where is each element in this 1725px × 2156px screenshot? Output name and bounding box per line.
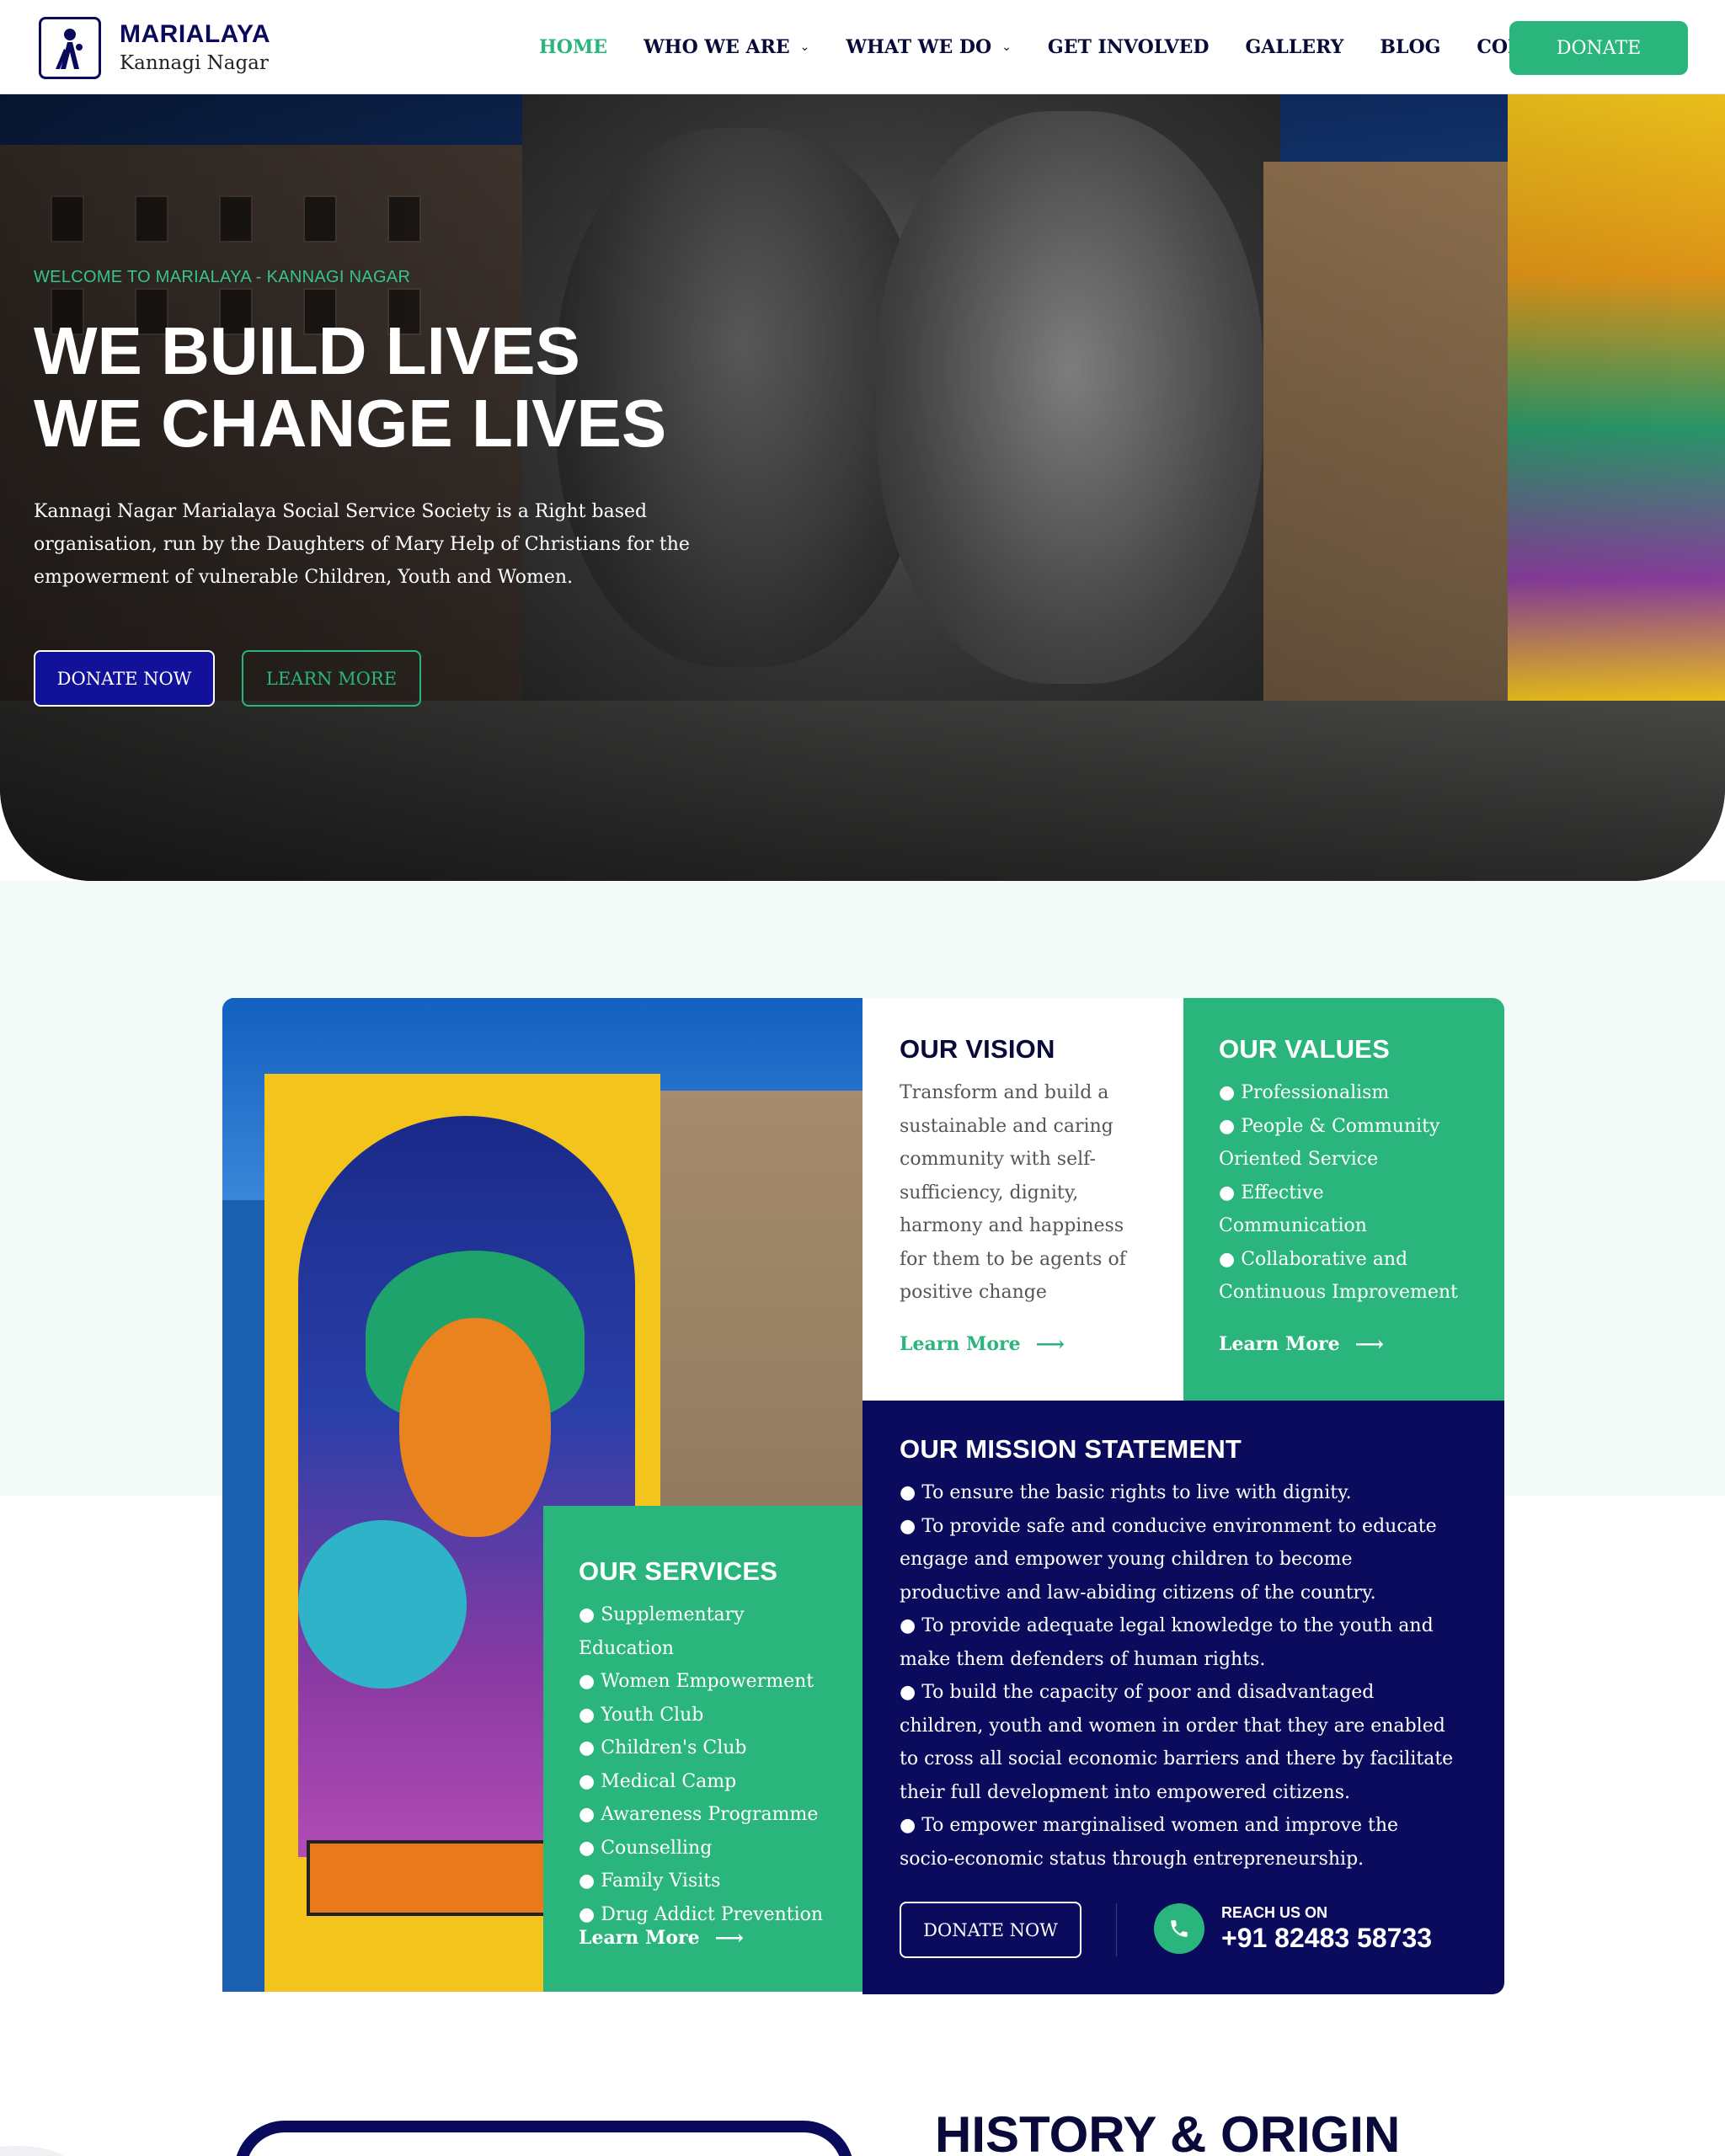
nav-who-we-are[interactable]: WHO WE ARE ⌄ — [644, 36, 809, 58]
brand-name[interactable]: MARIALAYA — [120, 20, 270, 49]
hero-description: Kannagi Nagar Marialaya Social Service S… — [34, 501, 690, 588]
services-title: OUR SERVICES — [579, 1556, 778, 1586]
nav-what-we-do[interactable]: WHAT WE DO ⌄ — [846, 36, 1012, 58]
vision-title: OUR VISION — [900, 1034, 1055, 1064]
vision-text: Transform and build a sustainable and ca… — [900, 1082, 1126, 1303]
nav-get-involved[interactable]: GET INVOLVED — [1048, 36, 1210, 58]
main-nav: HOME WHO WE ARE ⌄ WHAT WE DO ⌄ GET INVOLVE… — [539, 0, 1616, 94]
services-list: ● Supplementary Education ● Women Empowe… — [579, 1598, 837, 1931]
phone-glyph — [1171, 1920, 1188, 1937]
nav-what-we-do-label: WHAT WE DO — [846, 36, 992, 58]
history-title: HISTORY & ORIGIN — [935, 2106, 1401, 2156]
nav-who-we-are-label: WHO WE ARE — [644, 36, 790, 58]
hero-title-line2: WE CHANGE LIVES — [34, 386, 667, 461]
logo-graphic — [56, 29, 83, 69]
values-learn-more-link[interactable]: Learn More ⟶ — [1219, 1331, 1384, 1356]
hero-overlay — [0, 94, 1725, 881]
hero-learn-more-button[interactable]: LEARN MORE — [242, 650, 421, 707]
donate-button[interactable]: DONATE — [1509, 21, 1688, 75]
hero-section: WELCOME TO MARIALAYA - KANNAGI NAGAR WE … — [0, 94, 1725, 881]
list-item: ● To ensure the basic rights to live wit… — [900, 1482, 1352, 1503]
vision-learn-more-link[interactable]: Learn More ⟶ — [900, 1331, 1065, 1356]
chevron-down-icon: ⌄ — [799, 40, 810, 54]
site-header: MARIALAYA Kannagi Nagar HOME WHO WE ARE ⌄… — [0, 0, 1725, 94]
nav-gallery-label: GALLERY — [1245, 36, 1344, 58]
hero-eyebrow: WELCOME TO MARIALAYA - KANNAGI NAGAR — [34, 268, 411, 286]
mission-title: OUR MISSION STATEMENT — [900, 1434, 1242, 1464]
values-card: OUR VALUES ● Professionalism ● People & … — [1183, 998, 1504, 1401]
nav-blog-label: BLOG — [1380, 36, 1441, 58]
mural-image-basket — [298, 1520, 467, 1689]
phone-number-link[interactable]: +91 82483 58733 — [1221, 1923, 1432, 1954]
arrow-right-icon: ⟶ — [714, 1925, 744, 1950]
services-learn-more-label: Learn More — [579, 1926, 700, 1949]
list-item: ● Family Visits — [579, 1870, 721, 1892]
marialaya-logo-icon[interactable] — [39, 17, 101, 79]
mural-image-face — [399, 1318, 551, 1537]
hero-donate-now-button[interactable]: DONATE NOW — [34, 650, 215, 707]
list-item: ● Supplementary Education — [579, 1604, 745, 1659]
list-item: ● Awareness Programme — [579, 1804, 819, 1825]
hero-title: WE BUILD LIVES WE CHANGE LIVES — [34, 315, 792, 460]
arrow-right-icon: ⟶ — [1035, 1331, 1065, 1356]
phone-icon[interactable] — [1154, 1903, 1204, 1954]
vision-learn-more-label: Learn More — [900, 1332, 1021, 1355]
brand-subtitle: Kannagi Nagar — [120, 52, 269, 74]
list-item: ● Counselling — [579, 1837, 713, 1859]
nav-blog[interactable]: BLOG — [1380, 36, 1440, 58]
list-item: ● To provide adequate legal knowledge to… — [900, 1615, 1434, 1670]
mission-card: OUR MISSION STATEMENT ● To ensure the ba… — [862, 1401, 1504, 1994]
history-image-frame — [234, 2121, 854, 2156]
list-item: ● Medical Camp — [579, 1770, 737, 1792]
mission-list: ● To ensure the basic rights to live wit… — [900, 1476, 1457, 1876]
vision-card: OUR VISION Transform and build a sustain… — [862, 998, 1183, 1401]
list-item: ● Women Empowerment — [579, 1671, 814, 1692]
values-list: ● Professionalism ● People & Community O… — [1219, 1076, 1471, 1310]
nav-gallery[interactable]: GALLERY — [1246, 36, 1344, 58]
list-item: ● Children's Club — [579, 1737, 747, 1758]
chevron-down-icon: ⌄ — [1001, 40, 1012, 54]
decorative-shape — [0, 2146, 67, 2156]
reach-us-label: REACH US ON — [1221, 1904, 1328, 1921]
services-learn-more-link[interactable]: Learn More ⟶ — [579, 1925, 744, 1950]
hero-title-line1: WE BUILD LIVES — [34, 313, 580, 388]
services-card: OUR SERVICES ● Supplementary Education ●… — [543, 1506, 862, 1992]
list-item: ● To build the capacity of poor and disa… — [900, 1682, 1454, 1803]
list-item: ● Professionalism — [1219, 1082, 1390, 1103]
divider — [1116, 1903, 1117, 1956]
list-item: ● People & Community Oriented Service — [1219, 1115, 1440, 1171]
list-item: ● Youth Club — [579, 1704, 704, 1726]
arrow-right-icon: ⟶ — [1354, 1331, 1384, 1356]
list-item: ● To provide safe and conducive environm… — [900, 1515, 1437, 1604]
nav-get-involved-label: GET INVOLVED — [1047, 36, 1210, 58]
nav-home-label: HOME — [539, 36, 608, 58]
list-item: ● To empower marginalised women and impr… — [900, 1815, 1399, 1870]
list-item: ● Effective Communication — [1219, 1182, 1367, 1237]
values-learn-more-label: Learn More — [1219, 1332, 1340, 1355]
nav-home[interactable]: HOME — [539, 36, 607, 58]
list-item: ● Collaborative and Continuous Improveme… — [1219, 1248, 1458, 1304]
values-title: OUR VALUES — [1219, 1034, 1390, 1064]
mission-donate-now-button[interactable]: DONATE NOW — [900, 1902, 1081, 1958]
